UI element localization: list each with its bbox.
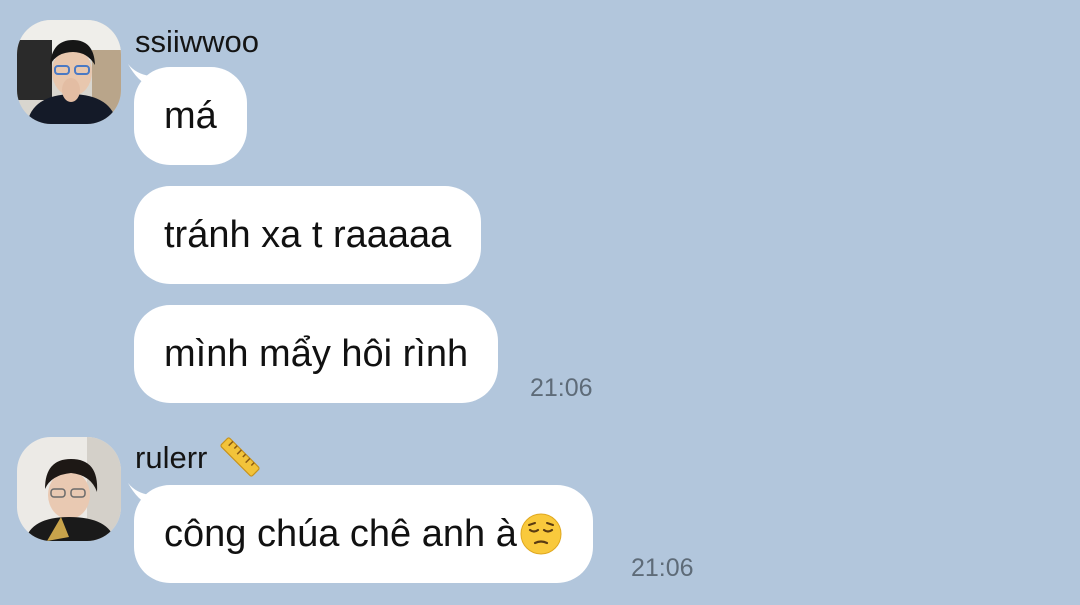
message-bubble[interactable]: tránh xa t raaaaa — [134, 186, 482, 284]
sender-name: ssiiwwoo — [135, 24, 260, 59]
sender-name: rulerr — [135, 440, 208, 475]
sender-avatar-ssiiwwoo[interactable] — [17, 20, 121, 124]
message-text: má — [164, 94, 217, 137]
message-timestamp: 21:06 — [530, 374, 593, 402]
message-text: mình mẩy hôi rình — [164, 332, 469, 375]
ruler-emoji-icon — [220, 437, 260, 477]
sender-avatar-rulerr[interactable] — [17, 437, 121, 541]
pensive-face-emoji-icon — [520, 513, 562, 555]
message-text: công chúa chê anh à — [164, 512, 517, 555]
message-bubble[interactable]: công chúa chê anh à — [134, 485, 593, 583]
message-timestamp: 21:06 — [631, 554, 694, 582]
message-bubble[interactable]: mình mẩy hôi rình — [134, 305, 499, 403]
message-text: tránh xa t raaaaa — [164, 213, 452, 256]
message-bubble[interactable]: má — [134, 67, 247, 165]
